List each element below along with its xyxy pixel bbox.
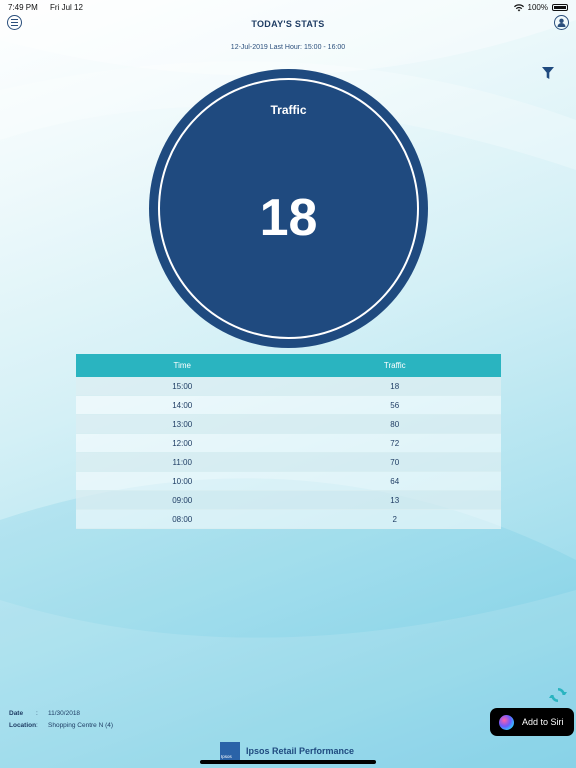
status-date: Fri Jul 12: [50, 3, 83, 12]
brand-name: Ipsos Retail Performance: [246, 746, 355, 756]
traffic-summary-ring: Traffic 18: [158, 78, 419, 339]
user-button[interactable]: [554, 15, 569, 30]
refresh-icon[interactable]: [549, 686, 567, 704]
wifi-icon: [513, 3, 524, 11]
cell-traffic: 56: [288, 395, 501, 415]
location-label: Location: [9, 722, 37, 729]
column-header-traffic: Traffic: [288, 354, 501, 377]
cell-time: 10:00: [76, 471, 289, 491]
summary-value: 18: [259, 189, 318, 247]
home-indicator[interactable]: [200, 760, 376, 764]
cell-traffic: 13: [288, 490, 501, 510]
cell-time: 09:00: [76, 490, 289, 510]
page-title: TODAY'S STATS: [251, 19, 325, 29]
date-label: Date: [9, 710, 24, 717]
cell-time: 08:00: [76, 509, 289, 529]
date-row: Date: 11/30/2018: [9, 708, 113, 720]
user-icon: [557, 18, 566, 27]
filter-icon[interactable]: [542, 67, 554, 80]
table-row: 14:00 56: [76, 395, 501, 415]
date-separator: :: [36, 710, 38, 717]
cell-traffic: 72: [288, 433, 501, 453]
table-row: 13:00 80: [76, 414, 501, 434]
table-row: 08:00 2: [76, 509, 501, 529]
table-row: 12:00 72: [76, 433, 501, 453]
cell-time: 15:00: [76, 377, 289, 396]
cell-time: 12:00: [76, 433, 289, 453]
ipsos-logo-icon: Ipsos: [220, 742, 240, 760]
table-header-row: Time Traffic: [76, 354, 501, 377]
table-row: 15:00 18: [76, 377, 501, 396]
battery-percent: 100%: [527, 3, 548, 12]
cell-time: 11:00: [76, 452, 289, 472]
cell-time: 13:00: [76, 414, 289, 434]
date-value: 11/30/2018: [48, 710, 81, 717]
column-header-time: Time: [76, 354, 289, 377]
location-separator: :: [36, 722, 38, 729]
cell-traffic: 70: [288, 452, 501, 472]
brand-logo-text: Ipsos: [221, 754, 232, 759]
summary-label: Traffic: [270, 103, 307, 117]
page-subtitle: 12-Jul-2019 Last Hour: 15:00 - 16:00: [230, 44, 346, 51]
location-row: Location: Shopping Centre N (4): [9, 720, 113, 732]
table-row: 09:00 13: [76, 490, 501, 510]
add-to-siri-button[interactable]: Add to Siri: [490, 708, 574, 736]
status-time: 7:49 PM: [8, 3, 38, 12]
siri-icon: [499, 714, 514, 730]
store-info: Date: 11/30/2018 Location: Shopping Centre…: [9, 708, 113, 732]
table-row: 10:00 64: [76, 471, 501, 491]
table-row: 11:00 70: [76, 452, 501, 472]
battery-icon: [552, 4, 568, 11]
brand: Ipsos Ipsos Retail Performance: [220, 742, 354, 760]
cell-traffic: 18: [288, 377, 501, 396]
traffic-summary-circle: Traffic 18: [149, 69, 428, 348]
cell-traffic: 64: [288, 471, 501, 491]
cell-traffic: 2: [288, 509, 501, 529]
add-to-siri-label: Add to Siri: [522, 717, 564, 727]
location-value: Shopping Centre N (4): [48, 722, 114, 729]
cell-time: 14:00: [76, 395, 289, 415]
cell-traffic: 80: [288, 414, 501, 434]
hourly-traffic-table: Time Traffic 15:00 18 14:00 56 13:00 80 12:…: [76, 354, 501, 529]
status-bar: 7:49 PM Fri Jul 12 100%: [0, 0, 576, 14]
